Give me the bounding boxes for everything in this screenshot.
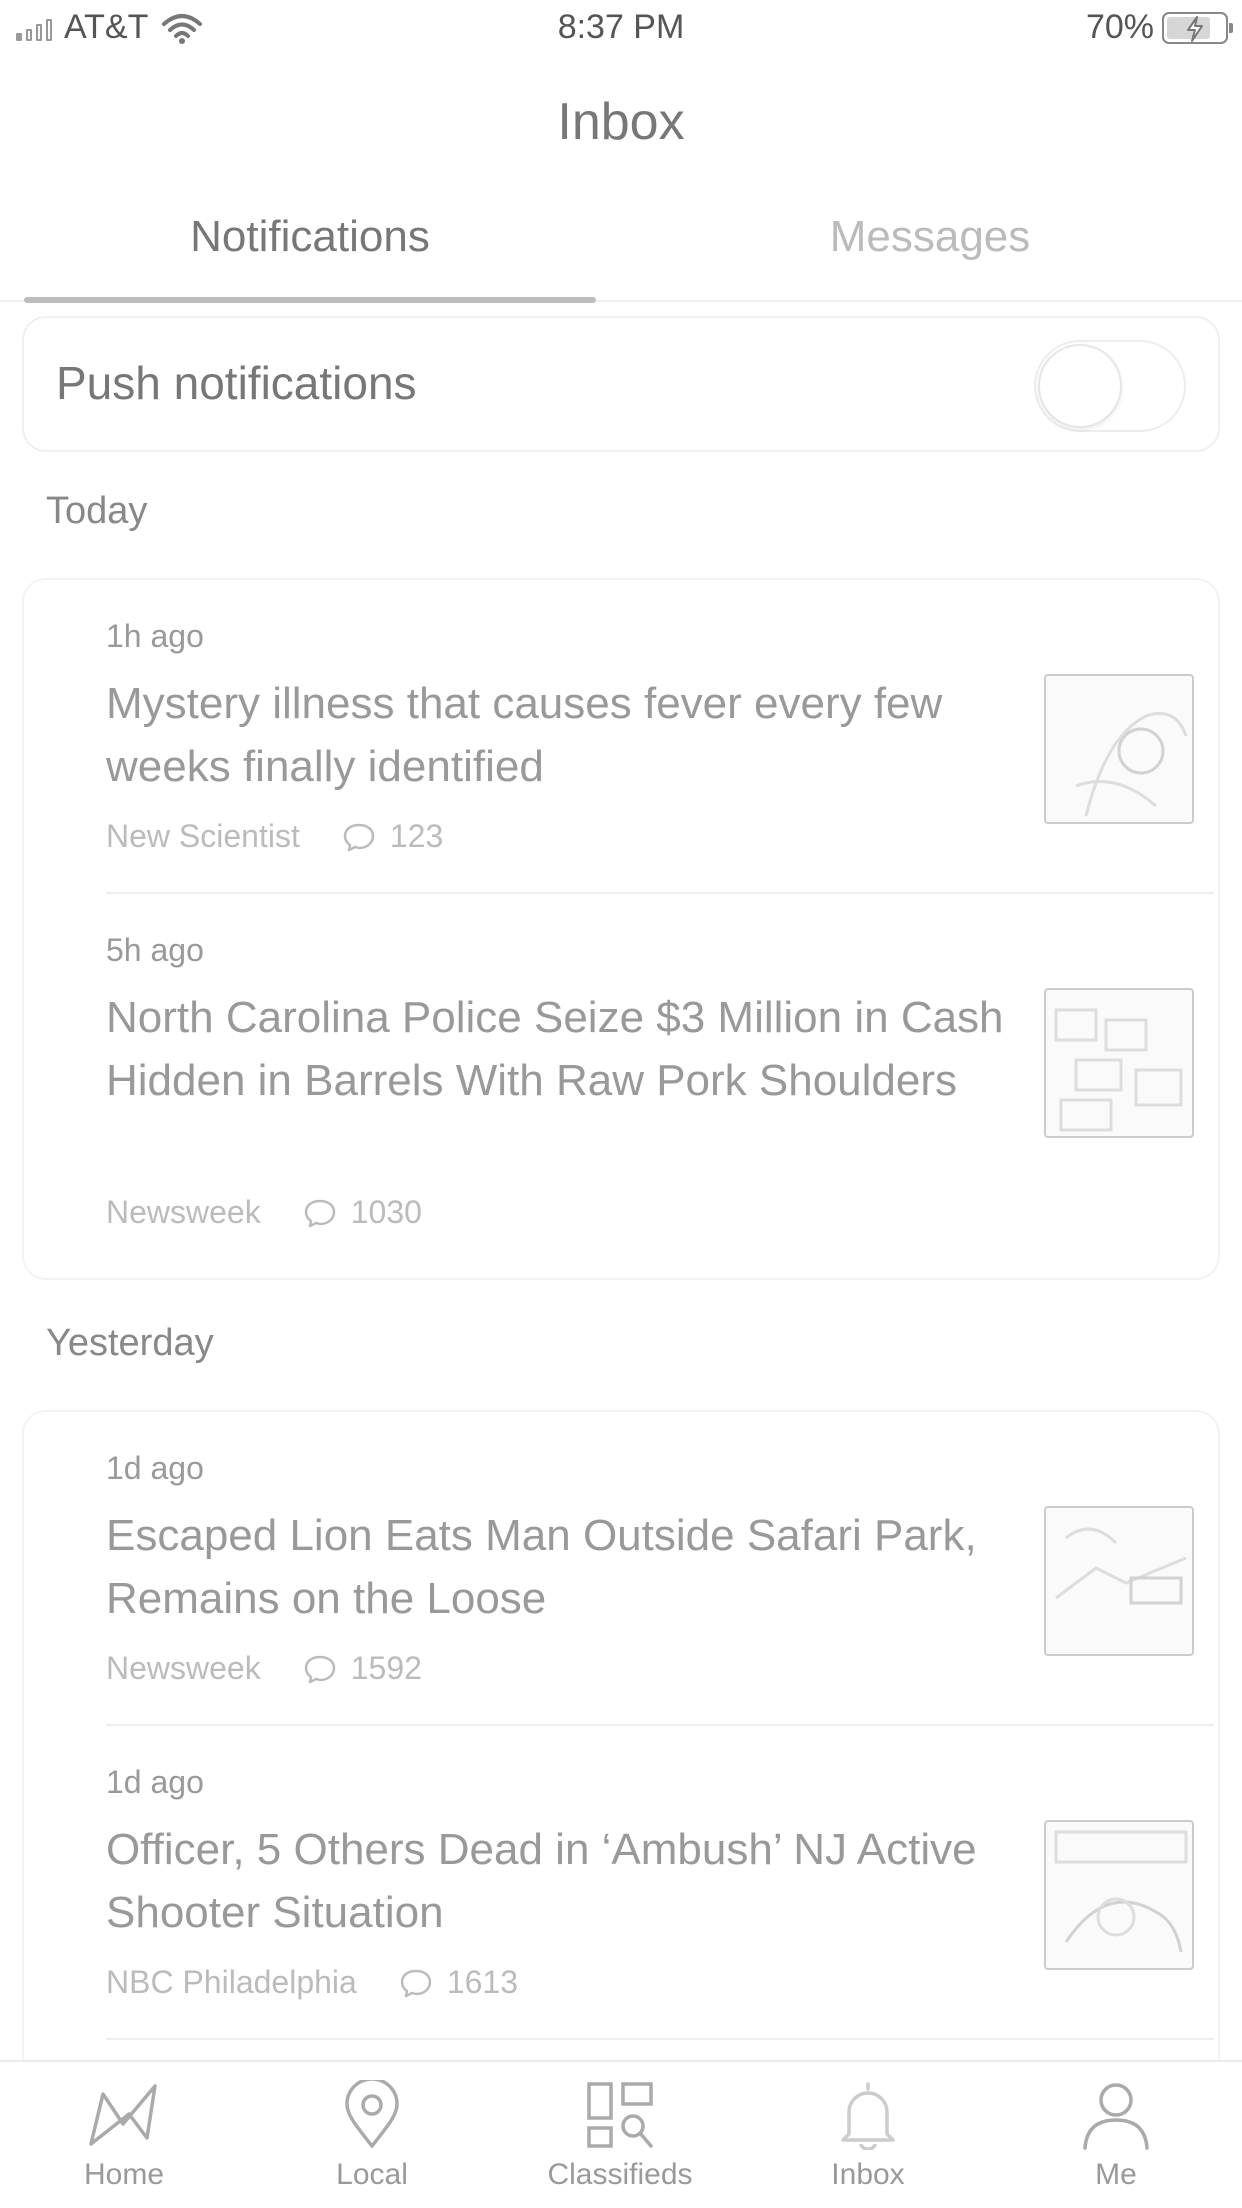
notification-meta: NBC Philadelphia 1613 [106,1964,518,2001]
tab-bar-label: Home [83,2158,165,2191]
notification-source: New Scientist [106,818,300,854]
battery-percent: 70% [1085,8,1154,46]
push-notifications-toggle[interactable] [1034,340,1186,432]
push-notifications-row: Push notifications [22,316,1220,452]
notification-time: 1d ago [106,1450,204,1486]
notification-source: NBC Philadelphia [106,1964,357,2000]
tab-bar-classifieds[interactable]: Classifieds [496,2080,744,2192]
status-bar: AT&T 8:37 PM 70% [0,0,1242,62]
notification-title: Officer, 5 Others Dead in ‘Ambush’ NJ Ac… [106,1825,977,1937]
notification-thumbnail [1044,674,1194,824]
toggle-knob [1038,344,1122,428]
status-right: 70% [1085,8,1233,47]
comment-icon [304,1655,335,1683]
notification-time: 1h ago [106,618,204,654]
tab-bar-label: Me [1095,2158,1137,2191]
comment-icon [304,1199,335,1227]
comment-count: 1592 [350,1650,422,1686]
person-icon [1083,2083,1149,2150]
notification-title: North Carolina Police Seize $3 Million i… [106,993,1004,1105]
notification-thumbnail [1044,988,1194,1138]
notification-thumbnail [1044,1506,1194,1656]
tab-bar-label: Classifieds [547,2158,693,2191]
notification-title: Mystery illness that causes fever every … [106,679,943,791]
section-label-yesterday: Yesterday [46,1322,214,1364]
home-icon [89,2084,157,2146]
tab-notifications[interactable]: Notifications [0,212,620,262]
notification-group-yesterday: 1d ago Escaped Lion Eats Man Outside Saf… [22,1410,1220,2110]
location-pin-icon [345,2080,399,2148]
notification-thumbnail [1044,1820,1194,1970]
notification-group-today: 1h ago Mystery illness that causes fever… [22,578,1220,1280]
notification-time: 1d ago [106,1764,204,1800]
section-label-today: Today [46,490,148,532]
notification-time: 5h ago [106,932,204,968]
inbox-tabs: Notifications Messages [0,200,1242,303]
tab-bar-inbox[interactable]: Inbox [744,2080,992,2192]
tab-bar-label: Inbox [831,2158,905,2191]
tab-messages[interactable]: Messages [620,212,1240,262]
comment-count: 123 [389,818,444,854]
notification-item[interactable]: 1d ago Escaped Lion Eats Man Outside Saf… [24,1412,1222,1724]
notification-source: Newsweek [106,1650,261,1686]
push-notifications-label: Push notifications [56,357,417,409]
battery-icon [1162,11,1233,44]
notification-meta: Newsweek 1030 [106,1194,422,1231]
tab-bar-home[interactable]: Home [0,2080,248,2192]
item-divider [106,2038,1214,2040]
classifieds-icon [587,2082,653,2148]
notification-source: Newsweek [106,1194,261,1230]
active-tab-indicator [24,297,596,303]
page-title: Inbox [557,93,685,151]
status-time: 8:37 PM [557,8,685,46]
notification-title: Escaped Lion Eats Man Outside Safari Par… [106,1511,977,1623]
notification-item[interactable]: 1h ago Mystery illness that causes fever… [24,580,1222,892]
comment-count: 1613 [446,1964,518,2000]
charging-bolt-icon [1187,15,1203,42]
notification-item[interactable]: 1d ago Officer, 5 Others Dead in ‘Ambush… [24,1726,1222,2040]
bottom-tab-bar: Home Local Classifieds Inbox Me [0,2060,1242,2208]
notification-item[interactable]: 5h ago North Carolina Police Seize $3 Mi… [24,894,1222,1280]
comment-icon [400,1969,432,1997]
tab-bar-me[interactable]: Me [992,2080,1240,2192]
tab-bar-local[interactable]: Local [248,2080,496,2192]
notification-meta: New Scientist 123 [106,818,443,855]
bell-icon [841,2082,895,2150]
notification-meta: Newsweek 1592 [106,1650,422,1687]
tab-bar-label: Local [336,2158,408,2191]
comment-count: 1030 [350,1194,422,1230]
comment-icon [343,823,375,851]
